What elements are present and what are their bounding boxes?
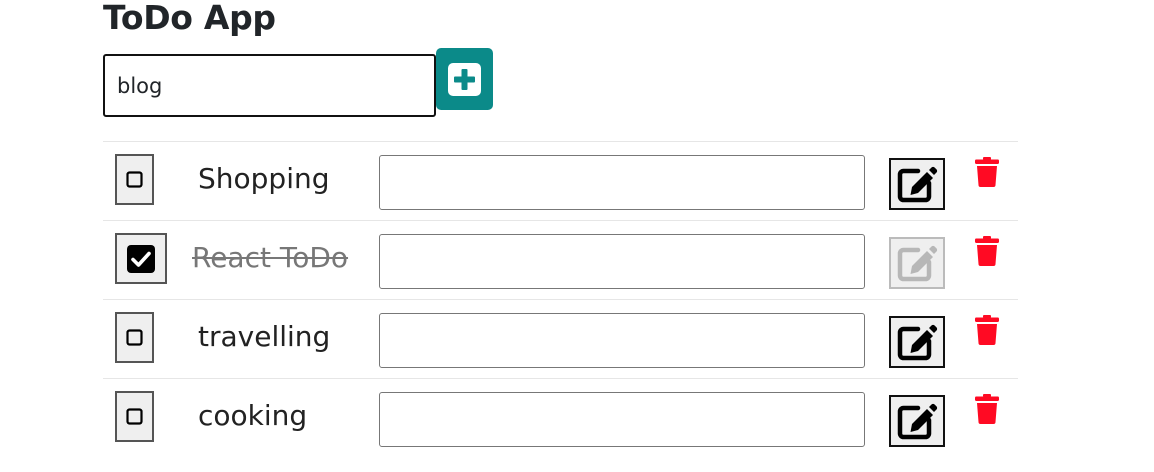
todo-item: React ToDo: [103, 220, 1018, 299]
todo-app: ToDo App Shopping React ToDo: [0, 0, 1154, 472]
square-icon: [126, 408, 143, 425]
todo-item: travelling: [103, 299, 1018, 378]
todo-item: cooking: [103, 378, 1018, 457]
pen-to-square-icon: [897, 324, 938, 361]
todo-checkbox[interactable]: [115, 391, 154, 442]
todo-text: travelling: [198, 320, 331, 353]
edit-todo-button[interactable]: [889, 316, 945, 368]
todo-checkbox[interactable]: [115, 154, 154, 205]
pen-to-square-icon: [897, 166, 938, 203]
add-todo-button[interactable]: [436, 48, 493, 110]
todo-text: cooking: [198, 399, 308, 432]
todo-edit-input[interactable]: [379, 155, 865, 210]
trash-icon[interactable]: [975, 315, 999, 345]
todo-checkbox[interactable]: [115, 312, 154, 363]
todo-item: Shopping: [103, 141, 1018, 220]
edit-todo-button[interactable]: [889, 158, 945, 210]
page-title: ToDo App: [103, 0, 276, 37]
todo-list: Shopping React ToDo travelling cooking: [103, 141, 1018, 457]
edit-todo-button[interactable]: [889, 395, 945, 447]
todo-edit-input[interactable]: [379, 392, 865, 447]
new-todo-input[interactable]: [103, 54, 436, 117]
check-square-icon: [127, 244, 155, 273]
plus-square-icon: [448, 62, 481, 96]
todo-text: Shopping: [198, 162, 330, 195]
trash-icon[interactable]: [975, 236, 999, 266]
pen-to-square-icon: [897, 403, 938, 440]
square-icon: [126, 329, 143, 346]
todo-checkbox[interactable]: [115, 233, 167, 284]
edit-todo-button[interactable]: [889, 237, 945, 289]
square-icon: [126, 171, 143, 188]
todo-text: React ToDo: [192, 241, 349, 274]
pen-to-square-icon: [897, 245, 938, 282]
todo-edit-input[interactable]: [379, 313, 865, 368]
todo-edit-input[interactable]: [379, 234, 865, 289]
trash-icon[interactable]: [975, 157, 999, 187]
trash-icon[interactable]: [975, 394, 999, 424]
